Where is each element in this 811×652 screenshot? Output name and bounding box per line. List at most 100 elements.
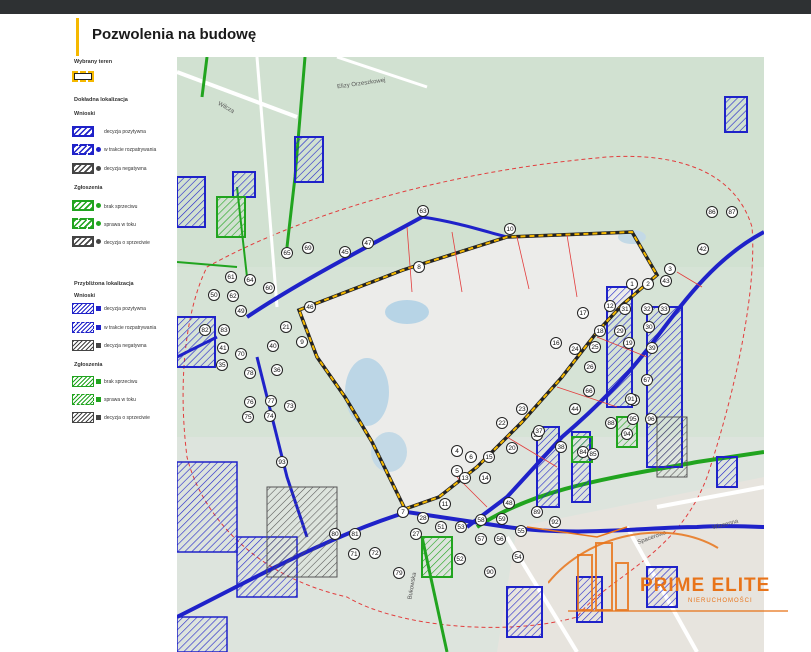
permit-marker[interactable]: 78 <box>244 367 256 379</box>
approx-decision-pending-swatch <box>72 322 94 333</box>
permit-marker[interactable]: 87 <box>726 206 738 218</box>
permit-marker[interactable]: 39 <box>646 342 658 354</box>
approx-report-objection-swatch <box>72 412 94 423</box>
permit-marker[interactable]: 96 <box>645 413 657 425</box>
permit-marker[interactable]: 24 <box>569 343 581 355</box>
permit-marker[interactable]: 67 <box>641 374 653 386</box>
permit-marker[interactable]: 26 <box>584 361 596 373</box>
permit-marker[interactable]: 44 <box>569 403 581 415</box>
permit-marker[interactable]: 59 <box>496 513 508 525</box>
permit-marker[interactable]: 93 <box>276 456 288 468</box>
permit-marker[interactable]: 51 <box>435 521 447 533</box>
permit-marker[interactable]: 76 <box>244 396 256 408</box>
permit-marker[interactable]: 10 <box>504 223 516 235</box>
permit-marker[interactable]: 80 <box>329 528 341 540</box>
permit-marker[interactable]: 28 <box>417 512 429 524</box>
permit-marker[interactable]: 57 <box>475 533 487 545</box>
permit-marker[interactable]: 89 <box>531 506 543 518</box>
permit-marker[interactable]: 82 <box>199 324 211 336</box>
permit-marker[interactable]: 4 <box>451 445 463 457</box>
permit-marker[interactable]: 49 <box>235 305 247 317</box>
permit-marker[interactable]: 12 <box>604 300 616 312</box>
permit-marker[interactable]: 18 <box>594 325 606 337</box>
permit-marker[interactable]: 83 <box>218 324 230 336</box>
permit-marker[interactable]: 46 <box>304 301 316 313</box>
permit-marker[interactable]: 25 <box>589 341 601 353</box>
permit-marker[interactable]: 66 <box>583 385 595 397</box>
permit-marker[interactable]: 6 <box>465 451 477 463</box>
permit-marker[interactable]: 8 <box>413 261 425 273</box>
permit-marker[interactable]: 20 <box>506 442 518 454</box>
permit-marker[interactable]: 70 <box>235 348 247 360</box>
permit-marker[interactable]: 86 <box>706 206 718 218</box>
permit-marker[interactable]: 14 <box>479 472 491 484</box>
permit-marker[interactable]: 95 <box>627 413 639 425</box>
permit-marker[interactable]: 45 <box>339 246 351 258</box>
permit-marker[interactable]: 75 <box>242 411 254 423</box>
permit-marker[interactable]: 37 <box>533 425 545 437</box>
permit-marker[interactable]: 47 <box>362 237 374 249</box>
permit-marker[interactable]: 1 <box>626 278 638 290</box>
permit-marker[interactable]: 35 <box>216 359 228 371</box>
permit-marker[interactable]: 33 <box>658 303 670 315</box>
permit-marker[interactable]: 72 <box>369 547 381 559</box>
permit-marker[interactable]: 9 <box>296 336 308 348</box>
permit-marker[interactable]: 56 <box>494 533 506 545</box>
legend-item-label: brak sprzeciwu <box>104 204 138 210</box>
permit-marker[interactable]: 31 <box>619 303 631 315</box>
permit-marker[interactable]: 13 <box>459 472 471 484</box>
permit-marker[interactable]: 53 <box>455 521 467 533</box>
approx-report-pending-marker <box>96 397 101 402</box>
permit-marker[interactable]: 58 <box>475 514 487 526</box>
permit-marker[interactable]: 50 <box>208 289 220 301</box>
permit-marker[interactable]: 74 <box>264 410 276 422</box>
permit-marker[interactable]: 65 <box>281 247 293 259</box>
permit-marker[interactable]: 30 <box>643 321 655 333</box>
permit-marker[interactable]: 2 <box>642 278 654 290</box>
permit-marker[interactable]: 7 <box>397 506 409 518</box>
permit-marker[interactable]: 52 <box>454 553 466 565</box>
permit-marker[interactable]: 90 <box>484 566 496 578</box>
permit-marker[interactable]: 27 <box>410 528 422 540</box>
permit-marker[interactable]: 48 <box>503 497 515 509</box>
permit-marker[interactable]: 3 <box>664 263 676 275</box>
permit-marker[interactable]: 23 <box>516 403 528 415</box>
permit-marker[interactable]: 94 <box>621 428 633 440</box>
permit-marker[interactable]: 22 <box>496 417 508 429</box>
permit-marker[interactable]: 32 <box>641 303 653 315</box>
permit-marker[interactable]: 29 <box>614 325 626 337</box>
permit-marker[interactable]: 36 <box>271 364 283 376</box>
permit-marker[interactable]: 81 <box>349 528 361 540</box>
permit-marker[interactable]: 61 <box>225 271 237 283</box>
legend-decisions-title: Wnioski <box>74 111 96 117</box>
report-pending-swatch <box>72 218 94 229</box>
permit-marker[interactable]: 43 <box>660 275 672 287</box>
permit-marker[interactable]: 60 <box>263 282 275 294</box>
permit-marker[interactable]: 77 <box>265 395 277 407</box>
permit-marker[interactable]: 54 <box>512 551 524 563</box>
permit-marker[interactable]: 55 <box>515 525 527 537</box>
permit-marker[interactable]: 40 <box>267 340 279 352</box>
permit-marker[interactable]: 17 <box>577 307 589 319</box>
permit-marker[interactable]: 91 <box>625 393 637 405</box>
permit-marker[interactable]: 69 <box>302 242 314 254</box>
permit-marker[interactable]: 41 <box>217 342 229 354</box>
permit-marker[interactable]: 38 <box>555 441 567 453</box>
permit-marker[interactable]: 88 <box>605 417 617 429</box>
permit-marker[interactable]: 42 <box>697 243 709 255</box>
permit-marker[interactable]: 15 <box>483 451 495 463</box>
permit-marker[interactable]: 16 <box>550 337 562 349</box>
permit-marker[interactable]: 79 <box>393 567 405 579</box>
permit-marker[interactable]: 71 <box>348 548 360 560</box>
brand-tagline: NIERUCHOMOŚCI <box>688 598 753 604</box>
report-parcel <box>216 196 246 238</box>
permit-marker[interactable]: 85 <box>587 448 599 460</box>
decision-positive-swatch <box>72 126 94 137</box>
permit-marker[interactable]: 11 <box>439 498 451 510</box>
permit-marker[interactable]: 73 <box>284 400 296 412</box>
permit-marker[interactable]: 21 <box>280 321 292 333</box>
permit-marker[interactable]: 63 <box>417 205 429 217</box>
permit-marker[interactable]: 19 <box>623 337 635 349</box>
permit-marker[interactable]: 64 <box>244 274 256 286</box>
permit-marker[interactable]: 62 <box>227 290 239 302</box>
